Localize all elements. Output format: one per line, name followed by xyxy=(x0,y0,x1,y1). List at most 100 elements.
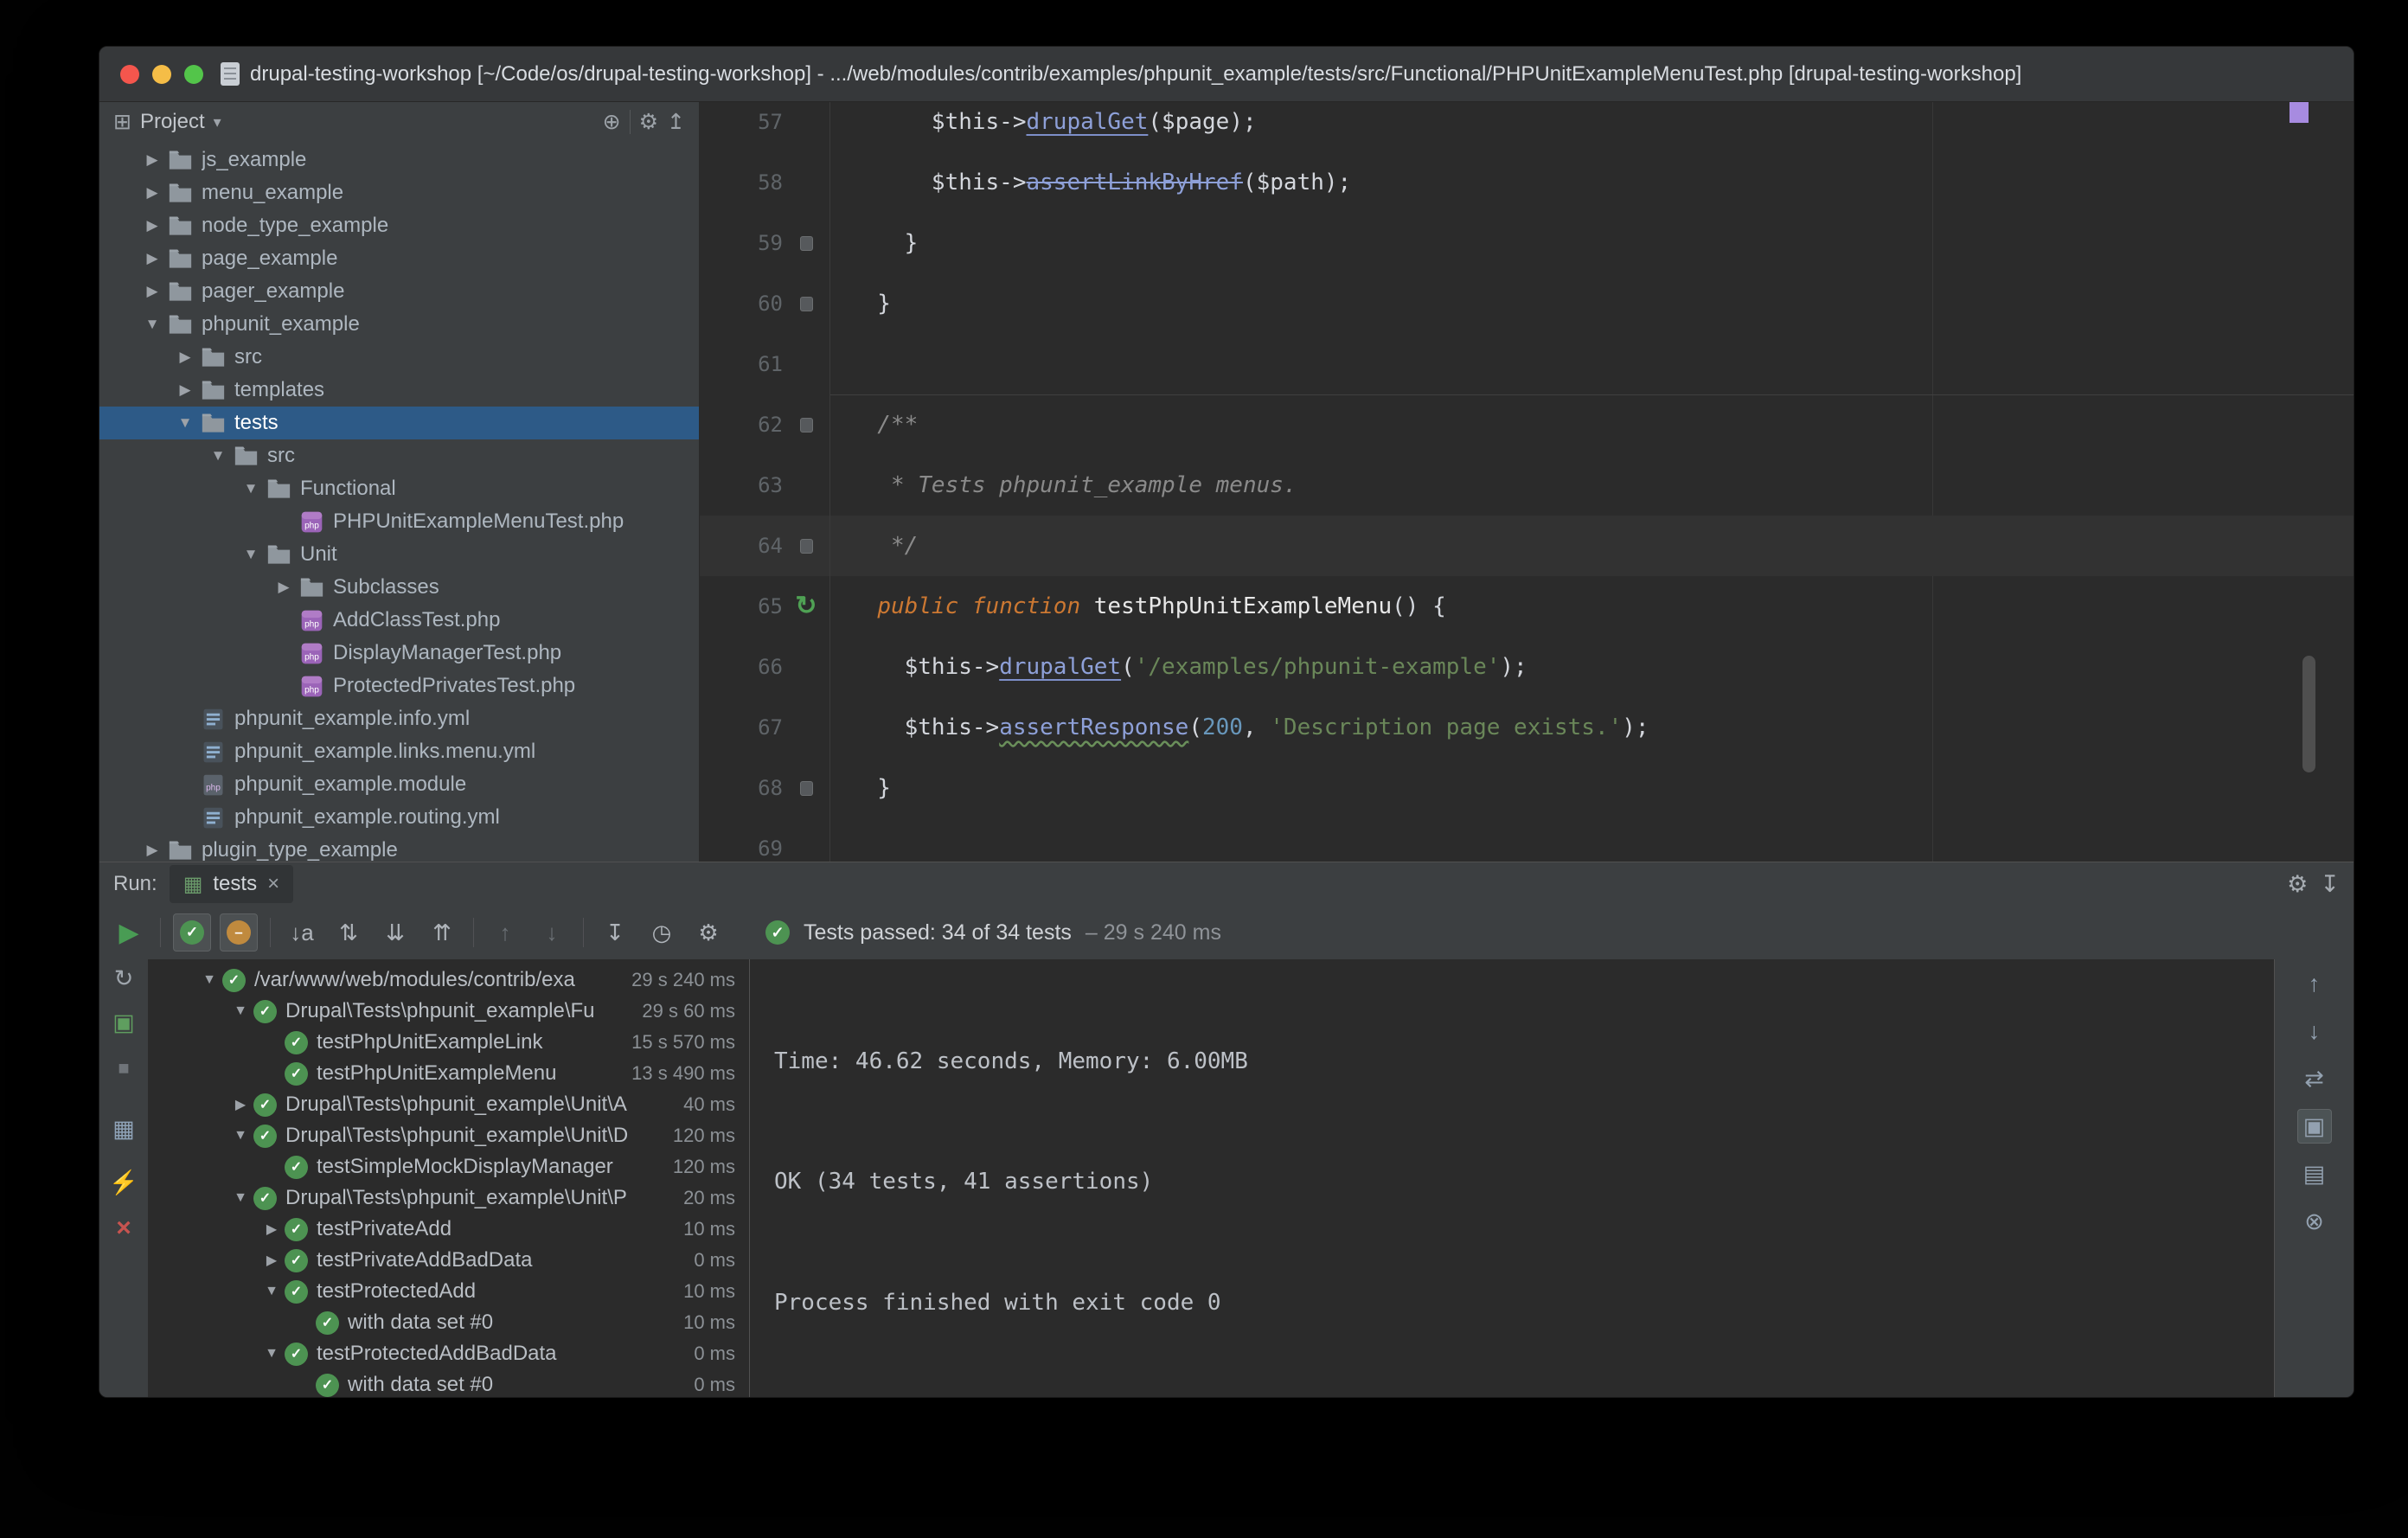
test-options-gear-icon[interactable]: ⚙ xyxy=(689,913,727,952)
project-tree-item[interactable]: ▼ Unit xyxy=(99,538,699,571)
tree-expand-arrow-icon[interactable]: ▶ xyxy=(139,184,165,202)
test-expand-arrow-icon[interactable]: ▼ xyxy=(227,1003,253,1019)
close-tab-icon[interactable]: × xyxy=(267,872,279,896)
editor-line[interactable]: 64 */ xyxy=(700,516,2354,576)
project-tree-item[interactable]: php DisplayManagerTest.php xyxy=(99,637,699,670)
editor-line[interactable]: 62 /** xyxy=(700,394,2354,455)
editor-line[interactable]: 58 $this->assertLinkByHref($path); xyxy=(700,152,2354,213)
show-ignored-toggle[interactable]: – xyxy=(220,913,258,952)
test-tree-item[interactable]: ▼ ✓ testProtectedAdd 10 ms xyxy=(148,1276,749,1307)
zoom-window-button[interactable] xyxy=(184,64,203,84)
project-tree-item[interactable]: ▶ node_type_example xyxy=(99,209,699,242)
show-passed-toggle[interactable]: ✓ xyxy=(173,913,211,952)
hide-panel-icon[interactable]: ↧ xyxy=(2320,871,2340,898)
editor-line[interactable]: 61 xyxy=(700,334,2354,394)
test-tree-item[interactable]: ✓ with data set #0 10 ms xyxy=(148,1307,749,1338)
chevron-down-icon[interactable]: ▾ xyxy=(214,113,221,131)
test-expand-arrow-icon[interactable]: ▼ xyxy=(227,1128,253,1144)
stop-icon[interactable]: ■ xyxy=(108,1053,139,1084)
project-tree-item[interactable]: php AddClassTest.php xyxy=(99,604,699,637)
test-tree-item[interactable]: ▼ ✓ /var/www/web/modules/contrib/exa 29 s 2… xyxy=(148,964,749,996)
clear-console-icon[interactable]: ⊗ xyxy=(2297,1204,2332,1239)
tree-expand-arrow-icon[interactable]: ▼ xyxy=(172,414,198,432)
project-tree-item[interactable]: ▶ Subclasses xyxy=(99,571,699,604)
fold-marker-icon[interactable] xyxy=(799,780,813,796)
test-expand-arrow-icon[interactable]: ▼ xyxy=(227,1190,253,1206)
project-tree-item[interactable]: php PHPUnitExampleMenuTest.php xyxy=(99,505,699,538)
test-tree-item[interactable]: ▶ ✓ testPrivateAdd 10 ms xyxy=(148,1214,749,1245)
project-tree-item[interactable]: ▶ templates xyxy=(99,374,699,407)
test-expand-arrow-icon[interactable]: ▶ xyxy=(227,1096,253,1113)
tree-expand-arrow-icon[interactable]: ▶ xyxy=(271,579,297,596)
previous-occurrence-button[interactable]: ↑ xyxy=(486,913,524,952)
tree-expand-arrow-icon[interactable]: ▶ xyxy=(172,349,198,366)
test-tree-item[interactable]: ▼ ✓ Drupal\Tests\phpunit_example\Fu 29 s 60… xyxy=(148,996,749,1027)
editor-line[interactable]: 57 $this->drupalGet($page); xyxy=(700,102,2354,152)
editor-line[interactable]: 67 $this->assertResponse(200, 'Descripti… xyxy=(700,697,2354,758)
run-test-gutter-icon[interactable]: ↻ xyxy=(795,593,817,619)
fold-marker-icon[interactable] xyxy=(799,417,813,433)
sort-alphabetically-button[interactable]: ↓a xyxy=(283,913,321,952)
collapse-all-button[interactable]: ⇈ xyxy=(423,913,461,952)
expand-all-button[interactable]: ⇊ xyxy=(376,913,414,952)
navigate-up-icon[interactable]: ↑ xyxy=(2297,966,2332,1001)
close-window-button[interactable] xyxy=(120,64,139,84)
fold-marker-icon[interactable] xyxy=(799,538,813,554)
collapse-all-icon[interactable]: ↥ xyxy=(667,109,685,135)
tree-expand-arrow-icon[interactable]: ▼ xyxy=(238,546,264,563)
softwrap-toggle-icon[interactable]: ▣ xyxy=(2296,1109,2332,1144)
rerun-tests-button[interactable]: ▶ xyxy=(110,913,148,952)
test-history-button[interactable]: ◷ xyxy=(643,913,681,952)
tree-expand-arrow-icon[interactable]: ▼ xyxy=(205,447,231,465)
test-tree-item[interactable]: ▼ ✓ testProtectedAddBadData 0 ms xyxy=(148,1338,749,1369)
project-panel-title[interactable]: Project xyxy=(140,110,205,134)
project-tree-item[interactable]: ▶ pager_example xyxy=(99,275,699,308)
project-tree-item[interactable]: ▶ page_example xyxy=(99,242,699,275)
project-tree-item[interactable]: ▼ tests xyxy=(99,407,699,439)
editor-line[interactable]: 59 } xyxy=(700,213,2354,273)
test-tree-item[interactable]: ✓ testPhpUnitExampleLink 15 s 570 ms xyxy=(148,1027,749,1058)
fold-marker-icon[interactable] xyxy=(799,235,813,251)
project-tree-item[interactable]: phpunit_example.links.menu.yml xyxy=(99,735,699,768)
editor-line[interactable]: 68 } xyxy=(700,758,2354,818)
minimize-window-button[interactable] xyxy=(152,64,171,84)
navigate-down-icon[interactable]: ↓ xyxy=(2297,1014,2332,1048)
test-tree-item[interactable]: ✓ with data set #0 0 ms xyxy=(148,1369,749,1397)
tree-expand-arrow-icon[interactable]: ▼ xyxy=(139,316,165,333)
toggle-auto-test-icon[interactable]: ▣ xyxy=(108,1007,139,1038)
tree-expand-arrow-icon[interactable]: ▼ xyxy=(238,480,264,497)
project-tree-item[interactable]: ▶ js_example xyxy=(99,144,699,176)
test-tree-item[interactable]: ▶ ✓ Drupal\Tests\phpunit_example\Unit\A 40 … xyxy=(148,1089,749,1120)
scroll-to-end-icon[interactable]: ▤ xyxy=(2297,1157,2332,1191)
next-occurrence-button[interactable]: ↓ xyxy=(533,913,571,952)
swap-console-icon[interactable]: ⇄ xyxy=(2297,1061,2332,1096)
test-expand-arrow-icon[interactable]: ▼ xyxy=(196,972,222,988)
rerun-icon[interactable]: ↻ xyxy=(108,963,139,994)
tree-expand-arrow-icon[interactable]: ▶ xyxy=(139,842,165,859)
editor-line[interactable]: 66 $this->drupalGet('/examples/phpunit-e… xyxy=(700,637,2354,697)
tree-expand-arrow-icon[interactable]: ▶ xyxy=(172,381,198,399)
editor-line[interactable]: 69 xyxy=(700,818,2354,862)
project-tree-item[interactable]: php ProtectedPrivatesTest.php xyxy=(99,670,699,702)
project-tree-item[interactable]: ▼ phpunit_example xyxy=(99,308,699,341)
locate-file-icon[interactable]: ⊕ xyxy=(603,109,621,135)
test-expand-arrow-icon[interactable]: ▼ xyxy=(259,1284,285,1299)
editor-line[interactable]: 60 } xyxy=(700,273,2354,334)
project-tree-item[interactable]: ▼ src xyxy=(99,439,699,472)
tree-expand-arrow-icon[interactable]: ▶ xyxy=(139,250,165,267)
fold-marker-icon[interactable] xyxy=(799,296,813,311)
run-tab-tests[interactable]: ▦ tests × xyxy=(169,865,294,903)
tree-expand-arrow-icon[interactable]: ▶ xyxy=(139,217,165,234)
import-test-results-button[interactable]: ↧ xyxy=(596,913,634,952)
test-expand-arrow-icon[interactable]: ▶ xyxy=(259,1221,285,1238)
test-expand-arrow-icon[interactable]: ▶ xyxy=(259,1252,285,1269)
editor-scrollbar-thumb[interactable] xyxy=(2302,656,2315,772)
test-tree-item[interactable]: ▼ ✓ Drupal\Tests\phpunit_example\Unit\P 20 … xyxy=(148,1182,749,1214)
project-tree-item[interactable]: ▶ plugin_type_example xyxy=(99,834,699,862)
test-tree-item[interactable]: ▼ ✓ Drupal\Tests\phpunit_example\Unit\D 120… xyxy=(148,1120,749,1151)
project-tree-item[interactable]: ▶ menu_example xyxy=(99,176,699,209)
project-tree-item[interactable]: php phpunit_example.module xyxy=(99,768,699,801)
test-tree-item[interactable]: ✓ testSimpleMockDisplayManager 120 ms xyxy=(148,1151,749,1182)
project-tree-item[interactable]: phpunit_example.routing.yml xyxy=(99,801,699,834)
project-tree-item[interactable]: ▼ Functional xyxy=(99,472,699,505)
